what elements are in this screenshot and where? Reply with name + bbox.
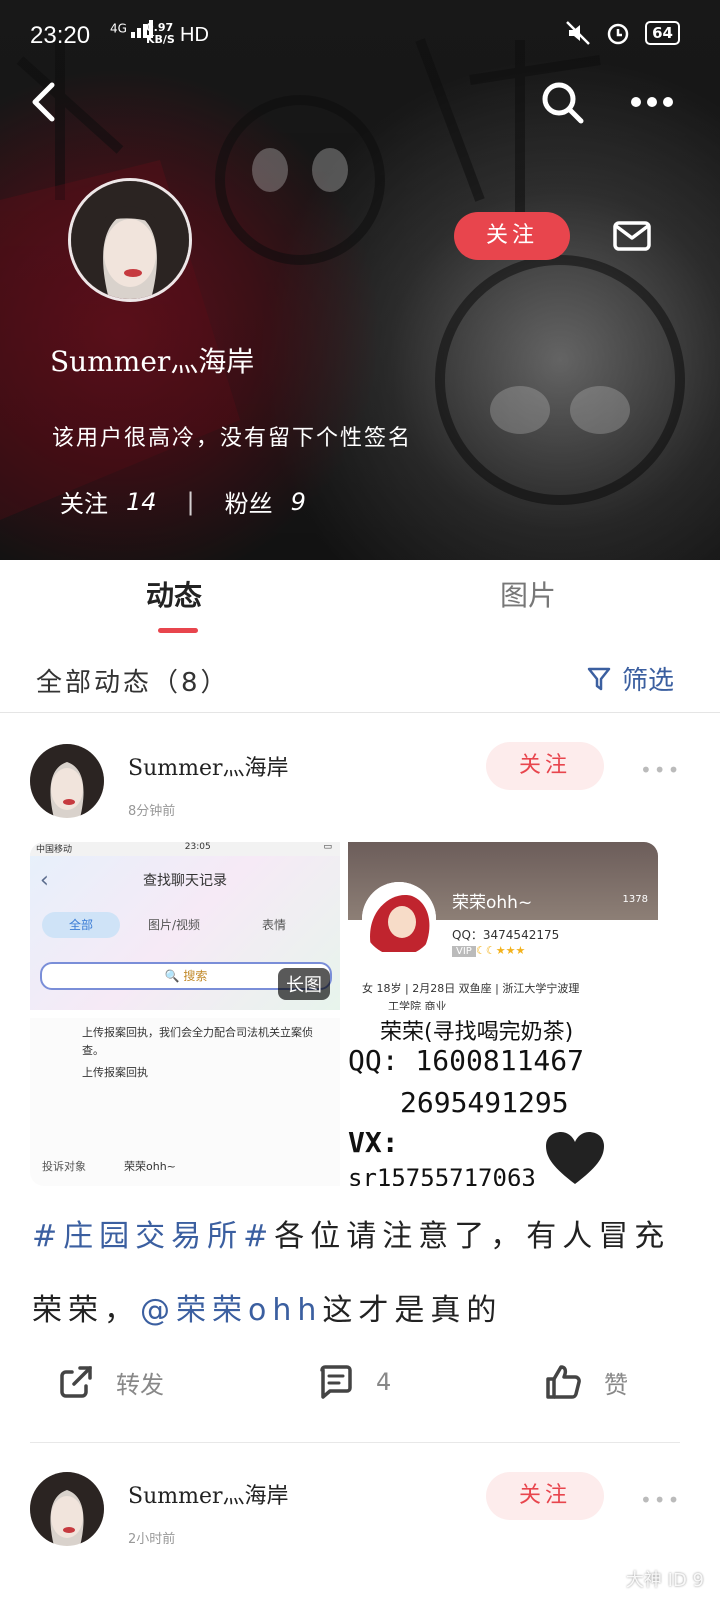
post-text-end: 这才是真的 bbox=[322, 1293, 503, 1328]
filter-label: 筛选 bbox=[621, 666, 674, 696]
mini-search-title: 查找聊天记录 bbox=[143, 873, 227, 889]
mini-info2: 工学院 商业 bbox=[388, 1000, 447, 1010]
tab-images[interactable]: 图片 bbox=[500, 574, 556, 614]
post-image-4[interactable]: 荣荣(寻找喝完奶茶) QQ: 1600811467 2695491295 VX:… bbox=[348, 1018, 658, 1186]
note-line-5: sr15755717063 bbox=[348, 1164, 536, 1186]
post-author-avatar[interactable] bbox=[30, 744, 104, 818]
post-image-2[interactable]: 荣荣ohh~ 1378 QQ：3474542175 VIP ☾☾★★★ 女 18… bbox=[348, 842, 658, 1010]
mute-icon bbox=[566, 21, 591, 45]
tab-indicator bbox=[158, 628, 198, 633]
status-time: 23:20 bbox=[30, 22, 91, 49]
post-author-name[interactable]: Summer灬海岸 bbox=[128, 750, 289, 782]
mini-tab-media: 图片/视频 bbox=[148, 918, 201, 932]
mini-carrier: 中国移动 bbox=[36, 845, 73, 855]
comment-icon bbox=[320, 1365, 352, 1399]
comment-button[interactable]: 4 bbox=[318, 1364, 391, 1400]
post-mention[interactable]: @荣荣ohh bbox=[140, 1293, 322, 1328]
post-follow-button[interactable]: 关注 bbox=[486, 742, 604, 790]
mini-complaint-target-label: 投诉对象 bbox=[42, 1160, 86, 1173]
post-actions: 转发 4 赞 bbox=[0, 1356, 720, 1416]
filter-funnel-icon bbox=[587, 667, 611, 690]
network-type: 4G bbox=[110, 21, 127, 36]
mini-battery: ▭ bbox=[323, 842, 332, 852]
mini-tab-all: 全部 bbox=[42, 912, 120, 938]
post-divider bbox=[30, 1442, 680, 1443]
stats-separator: | bbox=[186, 487, 195, 516]
post-time: 2小时前 bbox=[128, 1532, 176, 1547]
mini-status-bar: 中国移动 23:05 ▭ bbox=[30, 842, 340, 856]
post-author-name[interactable]: Summer灬海岸 bbox=[128, 1478, 289, 1510]
post-image-3[interactable]: 上传报案回执，我们会全力配合司法机关立案侦查。 上传报案回执 投诉对象 荣荣oh… bbox=[30, 1018, 340, 1186]
status-bar: 23:20 4G 0.97 KB/S HD 64 bbox=[0, 0, 720, 70]
back-arrow-icon[interactable] bbox=[30, 82, 56, 122]
profile-stats: 关注 14 | 粉丝 9 bbox=[60, 484, 306, 519]
app-watermark: 大神 ID 9 bbox=[625, 1570, 704, 1591]
post-image-1[interactable]: 中国移动 23:05 ▭ ‹ 查找聊天记录 全部 图片/视频 表情 🔍 搜索 长… bbox=[30, 842, 340, 1010]
like-label: 赞 bbox=[604, 1370, 628, 1399]
post-author-avatar[interactable] bbox=[30, 1472, 104, 1546]
share-icon bbox=[60, 1366, 92, 1398]
post-topic-tag[interactable]: #庄园交易所# bbox=[32, 1219, 274, 1254]
note-line-4: VX: bbox=[348, 1126, 399, 1159]
mini-report-upload: 上传报案回执 bbox=[82, 1066, 148, 1079]
message-icon[interactable] bbox=[612, 220, 652, 252]
mini-report-text: 上传报案回执，我们会全力配合司法机关立案侦查。 bbox=[82, 1026, 313, 1057]
more-icon[interactable] bbox=[630, 96, 674, 108]
follow-button[interactable]: 关注 bbox=[454, 212, 570, 260]
content-tabs: 动态 图片 bbox=[0, 560, 720, 642]
mini-name: 荣荣ohh~ bbox=[452, 893, 533, 913]
search-icon[interactable] bbox=[540, 80, 584, 124]
note-line-2: QQ: 1600811467 bbox=[348, 1044, 585, 1077]
filter-row: 全部动态（8） 筛选 bbox=[0, 652, 720, 713]
mini-avatar bbox=[362, 882, 436, 956]
post-more-icon[interactable]: ••• bbox=[640, 1488, 681, 1512]
long-image-badge: 长图 bbox=[278, 968, 330, 1000]
mini-qq: QQ：3474542175 bbox=[452, 928, 560, 942]
post-more-icon[interactable]: ••• bbox=[640, 758, 681, 782]
profile-avatar[interactable] bbox=[68, 178, 192, 302]
repost-label: 转发 bbox=[116, 1370, 164, 1399]
alarm-icon bbox=[607, 23, 629, 45]
battery-indicator: 64 bbox=[645, 21, 680, 45]
feed-count-title: 全部动态（8） bbox=[36, 668, 230, 698]
following-label[interactable]: 关注 bbox=[60, 484, 108, 519]
mini-likes: 1378 bbox=[622, 894, 648, 905]
mini-vip: VIP bbox=[452, 946, 476, 957]
heart-icon bbox=[546, 1132, 604, 1184]
post-follow-button[interactable]: 关注 bbox=[486, 1472, 604, 1520]
mini-tab-emoji: 表情 bbox=[262, 918, 287, 932]
post-text: #庄园交易所#各位请注意了，有人冒充荣荣，@荣荣ohh这才是真的 bbox=[32, 1200, 682, 1348]
filter-button[interactable]: 筛选 bbox=[586, 660, 674, 697]
mini-level-icons: ☾☾★★★ bbox=[476, 944, 526, 957]
tab-feed[interactable]: 动态 bbox=[146, 574, 202, 614]
profile-header: 23:20 4G 0.97 KB/S HD 64 Summer灬海岸 该用户很高… bbox=[0, 0, 720, 560]
following-count[interactable]: 14 bbox=[126, 488, 157, 516]
note-line-1: 荣荣(寻找喝完奶茶) bbox=[380, 1020, 574, 1045]
mini-search-btn: 搜索 bbox=[183, 969, 208, 983]
mini-clock: 23:05 bbox=[184, 842, 211, 852]
comment-count: 4 bbox=[376, 1368, 392, 1396]
post-time: 8分钟前 bbox=[128, 804, 176, 819]
mini-complaint-target: 荣荣ohh~ bbox=[124, 1160, 176, 1173]
hd-indicator: HD bbox=[180, 24, 209, 46]
network-speed: 0.97 KB/S bbox=[146, 21, 175, 46]
like-button[interactable]: 赞 bbox=[544, 1364, 628, 1400]
repost-button[interactable]: 转发 bbox=[58, 1364, 164, 1400]
profile-signature: 该用户很高冷，没有留下个性签名 bbox=[52, 426, 413, 451]
status-right: 64 bbox=[565, 20, 680, 46]
thumbs-up-icon bbox=[546, 1365, 581, 1399]
fans-label[interactable]: 粉丝 bbox=[225, 484, 273, 519]
mini-info: 女 18岁 | 2月28日 双鱼座 | 浙江大学宁波理 bbox=[362, 982, 580, 995]
fans-count[interactable]: 9 bbox=[291, 488, 306, 516]
profile-name: Summer灬海岸 bbox=[50, 345, 255, 378]
note-line-3: 2695491295 bbox=[400, 1086, 569, 1119]
